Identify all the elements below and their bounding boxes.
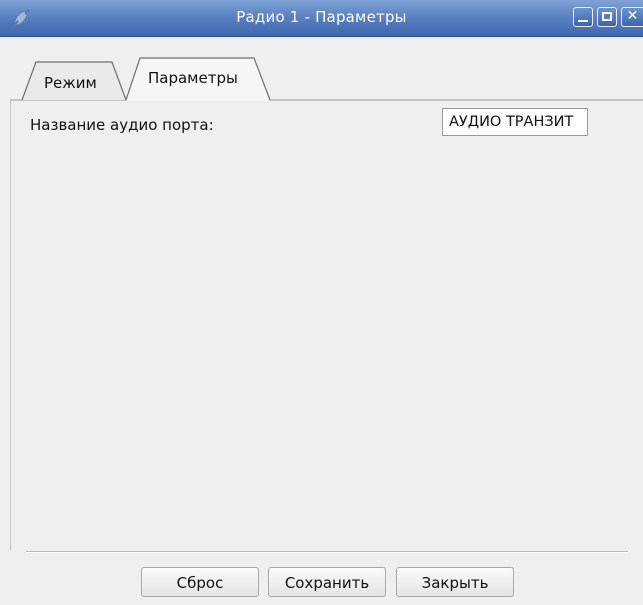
close-window-button[interactable]: ✕ [621, 7, 643, 27]
close-button[interactable]: Закрыть [396, 567, 514, 597]
tab-bar: Режим Параметры [0, 36, 643, 101]
window-title: Радио 1 - Параметры [236, 8, 407, 26]
reset-button[interactable]: Сброс [141, 567, 259, 597]
save-button[interactable]: Сохранить [268, 567, 386, 597]
divider [26, 551, 628, 553]
tab-mode[interactable]: Режим [44, 74, 97, 92]
minimize-icon [578, 20, 588, 22]
minimize-button[interactable] [573, 7, 593, 27]
audio-port-label: Название аудио порта: [30, 116, 214, 134]
close-icon: ✕ [626, 8, 639, 24]
title-bar[interactable]: Радио 1 - Параметры ✕ [0, 0, 643, 37]
settings-window: Радио 1 - Параметры ✕ Режим Параметры На… [0, 0, 643, 605]
tab-parameters[interactable]: Параметры [148, 69, 238, 87]
maximize-icon [602, 12, 612, 21]
audio-port-input[interactable] [442, 108, 588, 136]
panel-edge [10, 100, 11, 550]
maximize-button[interactable] [597, 7, 617, 27]
